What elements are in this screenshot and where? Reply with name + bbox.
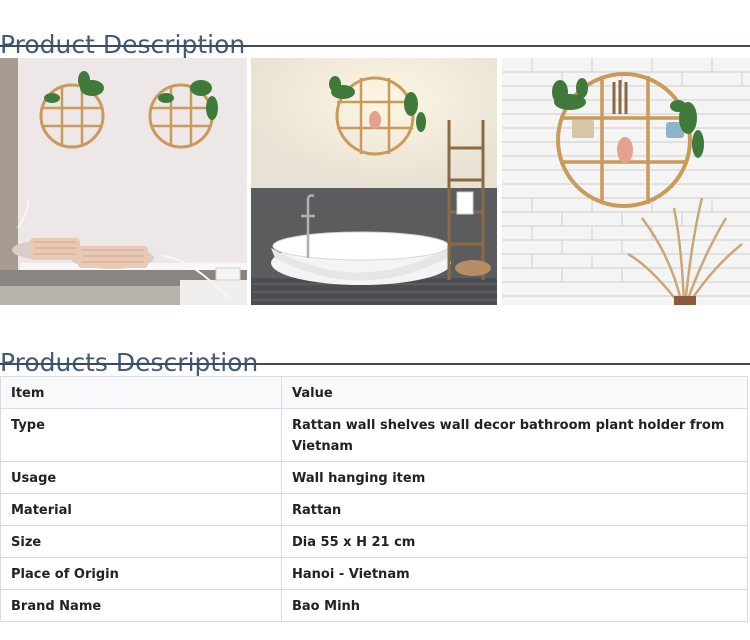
product-image-gallery	[0, 58, 750, 305]
heading-divider	[0, 363, 750, 365]
cell-value: Hanoi - Vietnam	[281, 557, 748, 590]
cell-item: Place of Origin	[0, 557, 282, 590]
cell-value: Wall hanging item	[281, 461, 748, 494]
header-cell-item: Item	[0, 376, 282, 409]
product-image-bathroom[interactable]	[251, 58, 497, 305]
table-row: Material Rattan	[0, 493, 748, 526]
product-image-bedroom[interactable]	[0, 58, 247, 305]
cell-value: Dia 55 x H 21 cm	[281, 525, 748, 558]
cell-value: Rattan wall shelves wall decor bathroom …	[281, 408, 748, 462]
header-cell-value: Value	[281, 376, 748, 409]
heading-divider	[0, 45, 750, 47]
table-row: Type Rattan wall shelves wall decor bath…	[0, 408, 748, 462]
bathroom-scene-illustration	[251, 58, 497, 305]
table-header-row: Item Value	[0, 376, 748, 409]
table-row: Size Dia 55 x H 21 cm	[0, 525, 748, 558]
cell-item: Type	[0, 408, 282, 462]
product-spec-table: Item Value Type Rattan wall shelves wall…	[0, 376, 748, 622]
bedroom-scene-illustration	[0, 58, 247, 305]
table-row: Place of Origin Hanoi - Vietnam	[0, 557, 748, 590]
product-description-heading-block: Product Description	[0, 6, 750, 59]
product-image-brick-wall[interactable]	[502, 58, 750, 305]
cell-item: Material	[0, 493, 282, 526]
cell-value: Bao Minh	[281, 589, 748, 622]
table-row: Usage Wall hanging item	[0, 461, 748, 494]
table-row: Brand Name Bao Minh	[0, 589, 748, 622]
cell-value-text: Rattan wall shelves wall decor bathroom …	[292, 418, 725, 454]
products-description-heading-block: Products Description	[0, 324, 750, 377]
brick-wall-scene-illustration	[502, 58, 750, 305]
cell-item: Usage	[0, 461, 282, 494]
cell-item: Brand Name	[0, 589, 282, 622]
cell-value: Rattan	[281, 493, 748, 526]
cell-item: Size	[0, 525, 282, 558]
